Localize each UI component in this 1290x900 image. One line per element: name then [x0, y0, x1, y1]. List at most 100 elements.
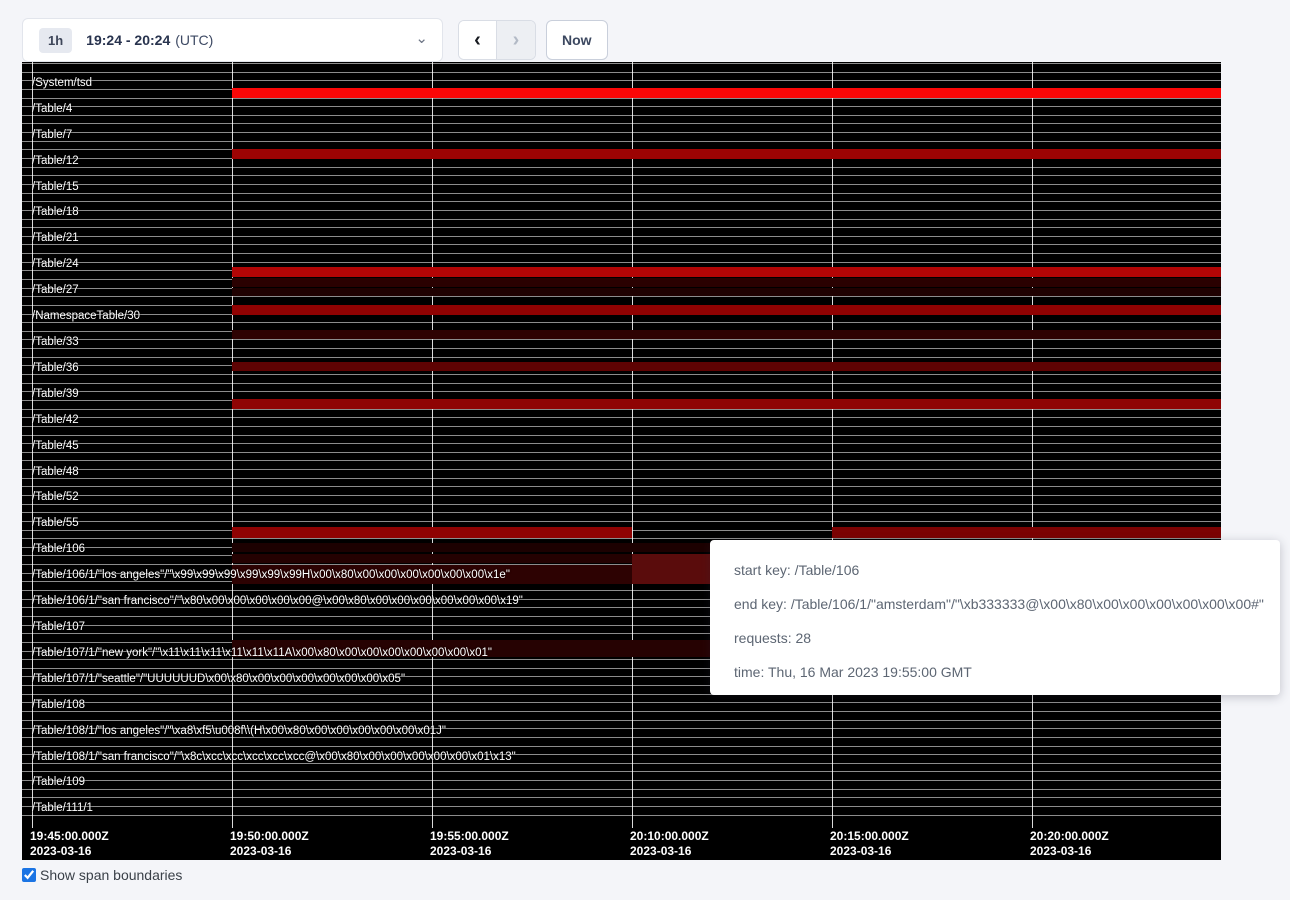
span-boundary-line [22, 132, 1221, 133]
heat-band[interactable] [232, 288, 1221, 296]
span-boundary-line [22, 504, 1221, 505]
span-boundary-line [22, 244, 1221, 245]
span-boundary-line [22, 452, 1221, 453]
span-boundary-line [22, 236, 1221, 237]
key-visualizer-canvas[interactable]: /System/tsd/Table/4/Table/7/Table/12/Tab… [22, 62, 1221, 860]
span-boundary-line [22, 720, 1221, 721]
span-boundary-line [22, 443, 1221, 444]
next-interval-button[interactable]: › [497, 21, 535, 59]
time-gridline [232, 62, 233, 828]
span-boundary-line [22, 339, 1221, 340]
span-boundary-line [22, 115, 1221, 116]
span-boundary-line [22, 72, 1221, 73]
span-boundary-line [22, 383, 1221, 384]
row-label: /Table/7 [32, 129, 72, 142]
span-boundary-line [22, 426, 1221, 427]
hover-tooltip: start key: /Table/106 end key: /Table/10… [710, 540, 1280, 695]
time-range-duration-badge: 1h [39, 28, 72, 53]
span-boundary-line [22, 296, 1221, 297]
span-boundary-line [22, 357, 1221, 358]
tooltip-start-key: start key: /Table/106 [734, 553, 1280, 587]
row-label: /Table/55 [32, 517, 79, 530]
tooltip-requests: requests: 28 [734, 621, 1280, 655]
span-boundary-line [22, 538, 1221, 539]
prev-interval-button[interactable]: ‹ [459, 21, 497, 59]
toolbar: 1h 19:24 - 20:24 (UTC) ⌄ ‹ › Now [0, 0, 1290, 62]
row-label: /Table/12 [32, 155, 79, 168]
heat-band[interactable] [232, 88, 1221, 98]
span-boundary-line [22, 167, 1221, 168]
row-label: /Table/36 [32, 362, 79, 375]
heat-band[interactable] [632, 554, 710, 584]
span-boundary-line [22, 460, 1221, 461]
row-label: /Table/111/1 [32, 802, 93, 815]
time-gridline [832, 62, 833, 828]
heat-band[interactable] [232, 330, 1221, 339]
now-button[interactable]: Now [546, 20, 608, 60]
row-label: /Table/106 [32, 543, 85, 556]
heat-band[interactable] [232, 399, 1221, 409]
row-label: /Table/107/1/"seattle"/"UUUUUUD\x00\x80\… [32, 673, 405, 686]
row-label: /Table/27 [32, 284, 79, 297]
span-boundary-line [22, 409, 1221, 410]
span-boundary-line [22, 815, 1221, 816]
heat-band[interactable] [232, 149, 1221, 159]
span-boundary-line [22, 512, 1221, 513]
span-boundary-line [22, 469, 1221, 470]
axis-tick-label: 19:50:00.000Z2023-03-16 [230, 829, 309, 859]
heat-band[interactable] [232, 362, 1221, 371]
axis-tick-label: 19:45:00.000Z2023-03-16 [30, 829, 109, 859]
heat-band[interactable] [232, 278, 1221, 287]
interval-nav-group: ‹ › [458, 20, 536, 60]
row-label: /Table/21 [32, 232, 79, 245]
heat-band[interactable] [232, 305, 1221, 315]
span-boundary-line [22, 175, 1221, 176]
row-label: /Table/52 [32, 491, 79, 504]
time-range-select[interactable]: 1h 19:24 - 20:24 (UTC) ⌄ [22, 18, 443, 62]
tooltip-time: time: Thu, 16 Mar 2023 19:55:00 GMT [734, 655, 1280, 689]
span-boundary-line [22, 63, 1221, 64]
span-boundary-line [22, 219, 1221, 220]
heat-band[interactable] [232, 554, 632, 563]
span-boundary-line [22, 348, 1221, 349]
row-label: /Table/107/1/"new york"/"\x11\x11\x11\x1… [32, 647, 492, 660]
row-label: /Table/24 [32, 258, 79, 271]
heat-band[interactable] [232, 267, 1221, 277]
span-boundary-line [22, 789, 1221, 790]
row-label: /Table/109 [32, 776, 85, 789]
heat-band[interactable] [232, 527, 632, 538]
axis-tick-label: 20:20:00.000Z2023-03-16 [1030, 829, 1109, 859]
row-label: /Table/18 [32, 206, 79, 219]
row-label: /System/tsd [32, 77, 92, 90]
span-boundary-line [22, 322, 1221, 323]
span-boundary-line [22, 253, 1221, 254]
span-boundary-line [22, 711, 1221, 712]
span-boundary-line [22, 435, 1221, 436]
heat-band[interactable] [832, 527, 1221, 538]
span-boundary-line [22, 210, 1221, 211]
row-label: /Table/15 [32, 181, 79, 194]
axis-tick-label: 19:55:00.000Z2023-03-16 [430, 829, 509, 859]
row-label: /Table/108/1/"san francisco"/"\x8c\xcc\x… [32, 751, 516, 764]
row-label: /Table/48 [32, 466, 79, 479]
time-range-timezone: (UTC) [175, 32, 213, 48]
time-gridline [1032, 62, 1033, 828]
span-boundary-line [22, 123, 1221, 124]
time-gridline [432, 62, 433, 828]
row-label: /Table/108 [32, 699, 85, 712]
row-label: /Table/108/1/"los angeles"/"\xa8\xf5\u00… [32, 725, 446, 738]
row-label: /NamespaceTable/30 [32, 310, 140, 323]
chevron-down-icon: ⌄ [415, 31, 428, 46]
span-boundary-line [22, 746, 1221, 747]
row-label: /Table/42 [32, 414, 79, 427]
show-span-boundaries-checkbox[interactable] [22, 868, 36, 882]
span-boundary-line [22, 391, 1221, 392]
row-label: /Table/106/1/"san francisco"/"\x80\x00\x… [32, 595, 523, 608]
span-boundary-line [22, 417, 1221, 418]
row-label: /Table/106/1/"los angeles"/"\x99\x99\x99… [32, 569, 510, 582]
span-boundary-line [22, 201, 1221, 202]
tooltip-end-key: end key: /Table/106/1/"amsterdam"/"\xb33… [734, 587, 1280, 621]
footer: Show span boundaries [22, 867, 182, 883]
span-boundary-line [22, 495, 1221, 496]
span-boundary-line [22, 262, 1221, 263]
